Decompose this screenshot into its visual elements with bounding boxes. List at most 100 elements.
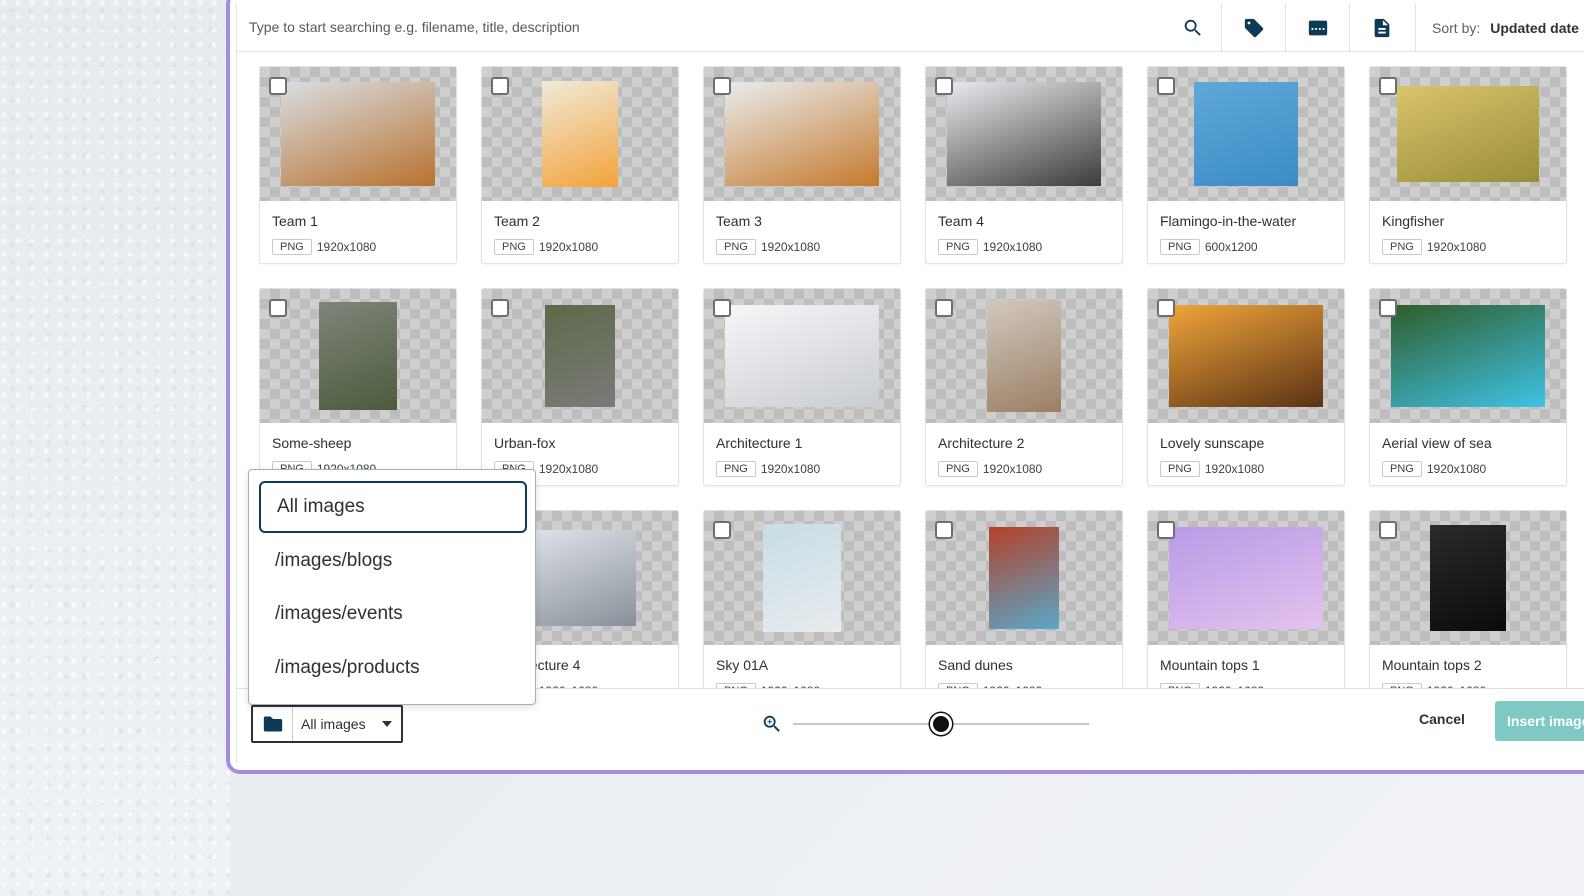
asset-title: Architecture 2 <box>938 435 1025 451</box>
asset-thumbnail[interactable] <box>1370 289 1566 423</box>
asset-thumbnail[interactable] <box>1148 511 1344 645</box>
asset-image <box>947 82 1101 186</box>
asset-thumbnail[interactable] <box>482 289 678 423</box>
asset-image <box>987 300 1061 412</box>
asset-checkbox[interactable] <box>491 299 509 317</box>
asset-dimensions: 1920x1080 <box>538 240 599 254</box>
asset-card[interactable]: Team 2 PNG 1920x1080 <box>481 66 679 264</box>
folder-select-value[interactable]: All images <box>293 707 401 741</box>
folder-option[interactable]: /images/products <box>259 642 527 694</box>
asset-card[interactable]: Mountain tops 2PNG1920x1080 <box>1369 510 1567 688</box>
asset-card[interactable]: Team 3 PNG 1920x1080 <box>703 66 901 264</box>
file-filter-button[interactable] <box>1349 4 1413 52</box>
asset-format-badge: PNG <box>1160 461 1200 477</box>
tag-filter-button[interactable] <box>1221 4 1285 52</box>
asset-title: Aerial view of sea <box>1382 435 1492 451</box>
asset-card[interactable]: Architecture 1 PNG 1920x1080 <box>703 288 901 486</box>
asset-checkbox[interactable] <box>935 299 953 317</box>
asset-dimensions: 1920x1080 <box>760 240 821 254</box>
asset-title: Sand dunes <box>938 657 1013 673</box>
asset-thumbnail[interactable] <box>1370 511 1566 645</box>
asset-card[interactable]: Team 4 PNG 1920x1080 <box>925 66 1123 264</box>
file-icon <box>1374 18 1389 38</box>
asset-meta: PNG 600x1200 <box>1160 239 1258 255</box>
asset-checkbox[interactable] <box>713 77 731 95</box>
asset-thumbnail[interactable] <box>704 511 900 645</box>
search-icon <box>1184 19 1201 36</box>
asset-dimensions: 1920x1080 <box>1204 462 1265 476</box>
folder-option[interactable]: All images <box>259 481 527 533</box>
asset-thumbnail[interactable] <box>260 289 456 423</box>
asset-title: Sky 01A <box>716 657 769 673</box>
asset-image <box>542 81 618 187</box>
asset-card[interactable]: Lovely sunscape PNG 1920x1080 <box>1147 288 1345 486</box>
asset-checkbox[interactable] <box>713 521 731 539</box>
asset-checkbox[interactable] <box>1157 521 1175 539</box>
asset-image <box>989 527 1059 629</box>
folder-option[interactable]: /images/events <box>259 588 527 640</box>
asset-checkbox[interactable] <box>1157 299 1175 317</box>
asset-thumbnail[interactable] <box>1370 67 1566 201</box>
sort-label: Sort by: <box>1432 20 1481 36</box>
asset-image <box>763 524 841 632</box>
asset-format-badge: PNG <box>1382 461 1422 477</box>
cancel-button[interactable]: Cancel <box>1419 711 1465 727</box>
background <box>0 0 230 896</box>
asset-dimensions: 1920x1080 <box>760 462 821 476</box>
asset-checkbox[interactable] <box>1379 299 1397 317</box>
asset-thumbnail[interactable] <box>926 67 1122 201</box>
asset-checkbox[interactable] <box>1379 77 1397 95</box>
asset-card[interactable]: Architecture 2 PNG 1920x1080 <box>925 288 1123 486</box>
asset-format-badge: PNG <box>716 239 756 255</box>
asset-thumbnail[interactable] <box>926 511 1122 645</box>
asset-thumbnail[interactable] <box>1148 67 1344 201</box>
chevron-down-icon <box>381 721 392 727</box>
zoom-slider[interactable] <box>793 713 1089 735</box>
asset-checkbox[interactable] <box>491 77 509 95</box>
asset-thumbnail[interactable] <box>926 289 1122 423</box>
asset-title: Lovely sunscape <box>1160 435 1265 451</box>
asset-checkbox[interactable] <box>1157 77 1175 95</box>
asset-checkbox[interactable] <box>269 299 287 317</box>
asset-checkbox[interactable] <box>1379 521 1397 539</box>
asset-image <box>545 305 615 407</box>
search-input[interactable] <box>249 4 1169 50</box>
asset-card[interactable]: Mountain tops 1PNG1920x1080 <box>1147 510 1345 688</box>
asset-card[interactable]: Aerial view of sea PNG 1920x1080 <box>1369 288 1567 486</box>
folder-select-label: All images <box>301 716 366 732</box>
search-button[interactable] <box>1161 4 1225 52</box>
asset-card[interactable]: Flamingo-in-the-water PNG 600x1200 <box>1147 66 1345 264</box>
caption-filter-button[interactable] <box>1285 4 1349 52</box>
asset-card[interactable]: Urban-foxPNG1920x1080 <box>481 288 679 486</box>
asset-thumbnail[interactable] <box>1148 289 1344 423</box>
sort-value[interactable]: Updated date <box>1490 20 1579 36</box>
asset-checkbox[interactable] <box>713 299 731 317</box>
asset-card[interactable]: Team 1 PNG 1920x1080 <box>259 66 457 264</box>
asset-card[interactable]: Kingfisher PNG 1920x1080 <box>1369 66 1567 264</box>
asset-thumbnail[interactable] <box>482 67 678 201</box>
asset-format-badge: PNG <box>494 239 534 255</box>
folder-dropdown-menu: All images/images/blogs/images/events/im… <box>248 469 536 705</box>
asset-thumbnail[interactable] <box>260 67 456 201</box>
asset-card[interactable]: Sky 01APNG1920x1080 <box>703 510 901 688</box>
asset-thumbnail[interactable] <box>704 289 900 423</box>
sort-control[interactable]: Sort by: Updated date <box>1415 4 1579 52</box>
asset-checkbox[interactable] <box>935 521 953 539</box>
folder-select[interactable]: All images <box>251 705 403 743</box>
asset-format-badge: PNG <box>938 461 978 477</box>
asset-meta: PNG 1920x1080 <box>272 239 376 255</box>
asset-image <box>725 82 879 186</box>
asset-thumbnail[interactable] <box>704 67 900 201</box>
folder-option[interactable]: /images/blogs <box>259 535 527 587</box>
asset-checkbox[interactable] <box>269 77 287 95</box>
search-bar: Sort by: Updated date <box>237 4 1584 52</box>
asset-checkbox[interactable] <box>935 77 953 95</box>
asset-card[interactable]: Sand dunesPNG1920x1080 <box>925 510 1123 688</box>
zoom-slider-handle[interactable] <box>930 713 952 735</box>
asset-image <box>1430 525 1506 631</box>
insert-image-button[interactable]: Insert image <box>1495 701 1584 741</box>
asset-meta: PNG 1920x1080 <box>1382 461 1486 477</box>
asset-image <box>524 530 636 626</box>
asset-image <box>319 302 397 410</box>
asset-card[interactable]: Some-sheepPNG1920x1080 <box>259 288 457 486</box>
